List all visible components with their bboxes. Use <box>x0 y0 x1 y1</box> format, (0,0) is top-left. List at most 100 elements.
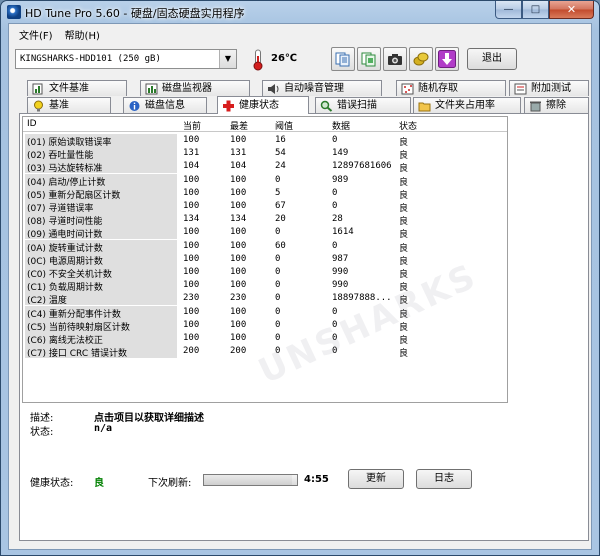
row-worst: 131 <box>230 148 247 159</box>
close-button[interactable]: ✕ <box>549 1 594 19</box>
column-header-data[interactable]: 数据 <box>332 119 350 132</box>
column-header-status[interactable]: 状态 <box>399 119 417 132</box>
column-header-threshold[interactable]: 阈值 <box>275 119 293 132</box>
tab-file-benchmark[interactable]: 文件基准 <box>27 80 127 96</box>
chevron-down-icon[interactable]: ▼ <box>219 50 236 68</box>
tab-benchmark[interactable]: 基准 <box>27 97 111 113</box>
tab-noise-management-label: 自动噪音管理 <box>284 83 344 94</box>
table-row[interactable]: (09) 通电时间计数 100 100 0 1614 良 <box>23 226 507 241</box>
row-status: 良 <box>399 190 409 201</box>
drive-select[interactable]: KINGSHARKS-HDD101 (250 gB) ▼ <box>15 49 237 69</box>
table-row[interactable]: (08) 寻道时间性能 134 134 20 28 良 <box>23 213 507 228</box>
tab-disk-info[interactable]: 磁盘信息 <box>123 97 207 113</box>
info-icon <box>129 100 140 111</box>
row-status: 良 <box>399 270 409 280</box>
row-worst: 100 <box>230 333 247 343</box>
next-refresh-label: 下次刷新: <box>148 478 192 489</box>
row-worst: 100 <box>230 319 247 330</box>
row-status: 良 <box>399 217 409 228</box>
table-row[interactable]: (C5) 当前待映射扇区计数 100 100 0 0 良 <box>23 318 507 333</box>
table-row[interactable]: (03) 马达旋转标准 104 104 24 12897681606 良 <box>23 160 507 175</box>
row-worst: 134 <box>230 214 247 225</box>
row-threshold: 0 <box>275 174 281 185</box>
copy-text-button[interactable] <box>331 47 355 71</box>
row-attribute: (C6) 离线无法校正 <box>27 336 103 346</box>
row-current: 100 <box>183 227 200 238</box>
row-worst: 200 <box>230 346 247 357</box>
tab-erase[interactable]: 擦除 <box>524 97 589 113</box>
row-status: 良 <box>399 177 409 188</box>
row-status: 良 <box>399 138 409 148</box>
column-header-worst[interactable]: 最差 <box>230 119 248 132</box>
coins-icon <box>413 52 429 66</box>
row-attribute: (0C) 电源周期计数 <box>27 256 103 267</box>
menu-bar: 文件(F) 帮助(H) <box>9 24 591 43</box>
row-data: 28 <box>332 214 343 225</box>
window-controls: — □ ✕ <box>495 1 594 19</box>
table-row[interactable]: (02) 吞吐量性能 131 131 54 149 良 <box>23 147 507 162</box>
row-data: 0 <box>332 187 338 198</box>
row-current: 131 <box>183 148 200 159</box>
tab-folder-usage[interactable]: 文件夹占用率 <box>413 97 521 113</box>
table-row[interactable]: (04) 启动/停止计数 100 100 0 989 良 <box>23 173 507 188</box>
coins-button[interactable] <box>409 47 433 71</box>
smart-table-header: ID 当前 最差 阈值 数据 状态 <box>23 117 507 132</box>
description-label: 描述: <box>30 413 54 424</box>
app-icon <box>7 5 21 19</box>
row-worst: 230 <box>230 293 247 304</box>
tab-disk-info-label: 磁盘信息 <box>145 100 185 111</box>
maximize-button[interactable]: □ <box>522 1 549 19</box>
tab-disk-monitor[interactable]: 磁盘监视器 <box>140 80 250 96</box>
toolbar: KINGSHARKS-HDD101 (250 gB) ▼ 26℃ 退出 <box>9 44 591 74</box>
tab-random-access[interactable]: 随机存取 <box>396 80 506 96</box>
row-worst: 100 <box>230 201 247 211</box>
row-data: 12897681606 <box>332 161 392 172</box>
table-row[interactable]: (01) 原始读取错误率 100 100 16 0 良 <box>23 134 507 148</box>
update-button[interactable]: 更新 <box>348 469 404 489</box>
row-status: 良 <box>399 230 409 241</box>
row-attribute: (C4) 重新分配事件计数 <box>27 309 121 320</box>
row-worst: 100 <box>230 306 247 317</box>
thermometer-icon <box>253 49 263 71</box>
row-attribute: (C0) 不安全关机计数 <box>27 270 112 280</box>
tab-extra-tests[interactable]: 附加测试 <box>509 80 589 96</box>
menu-file[interactable]: 文件(F) <box>13 24 59 43</box>
tab-random-access-label: 随机存取 <box>418 83 458 94</box>
row-current: 200 <box>183 346 200 357</box>
row-status: 良 <box>399 336 409 346</box>
row-status: 良 <box>399 349 409 360</box>
menu-help[interactable]: 帮助(H) <box>59 24 106 43</box>
table-row[interactable]: (0A) 旋转重试计数 100 100 60 0 良 <box>23 239 507 254</box>
table-row[interactable]: (07) 寻道错误率 100 100 67 0 良 <box>23 200 507 214</box>
screenshot-button[interactable] <box>383 47 407 71</box>
exit-button[interactable]: 退出 <box>467 48 517 70</box>
window-title: HD Tune Pro 5.60 - 硬盘/固态硬盘实用程序 <box>25 7 245 20</box>
column-header-id[interactable]: ID <box>27 119 37 129</box>
tab-noise-management[interactable]: 自动噪音管理 <box>262 80 382 96</box>
minimize-button[interactable]: — <box>495 1 522 19</box>
row-data: 0 <box>332 135 338 145</box>
log-button[interactable]: 日志 <box>416 469 472 489</box>
download-button[interactable] <box>435 47 459 71</box>
row-status: 良 <box>399 164 409 175</box>
row-threshold: 60 <box>275 240 286 251</box>
tab-health[interactable]: 健康状态 <box>217 96 309 114</box>
row-attribute: (02) 吞吐量性能 <box>27 151 94 162</box>
table-row[interactable]: (05) 重新分配扇区计数 100 100 5 0 良 <box>23 186 507 201</box>
table-row[interactable]: (0C) 电源周期计数 100 100 0 987 良 <box>23 252 507 267</box>
speaker-icon <box>268 83 279 94</box>
column-header-current[interactable]: 当前 <box>183 119 201 132</box>
red-cross-icon <box>223 100 234 111</box>
row-threshold: 0 <box>275 293 281 304</box>
copy-text-icon <box>335 52 350 67</box>
tab-benchmark-label: 基准 <box>49 100 69 111</box>
row-attribute: (C7) 接口 CRC 错误计数 <box>27 349 127 360</box>
row-worst: 100 <box>230 240 247 251</box>
tab-error-scan[interactable]: 错误扫描 <box>315 97 411 113</box>
copy-screenshot-button[interactable] <box>357 47 381 71</box>
row-worst: 100 <box>230 227 247 238</box>
row-attribute: (09) 通电时间计数 <box>27 230 103 241</box>
title-bar[interactable]: HD Tune Pro 5.60 - 硬盘/固态硬盘实用程序 — □ ✕ <box>1 1 599 23</box>
row-data: 1614 <box>332 227 354 238</box>
table-row[interactable]: (C6) 离线无法校正 100 100 0 0 良 <box>23 332 507 346</box>
